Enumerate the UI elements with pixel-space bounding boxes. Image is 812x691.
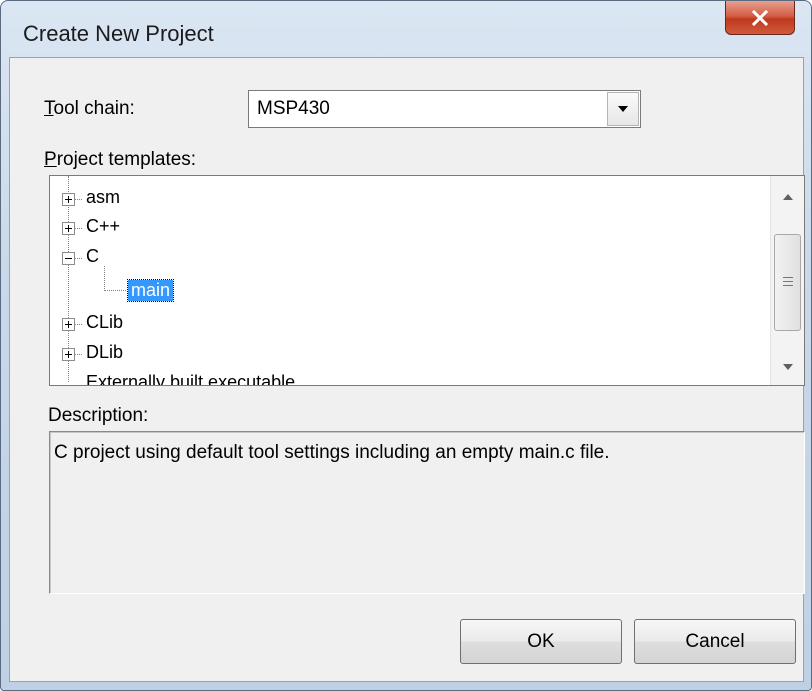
expand-clib-icon[interactable] <box>62 318 75 331</box>
ok-button[interactable]: OK <box>460 619 622 664</box>
tree-item-main[interactable]: main <box>126 279 175 302</box>
description-text: C project using default tool settings in… <box>54 442 610 463</box>
expand-dlib-icon[interactable] <box>62 348 75 361</box>
toolchain-value: MSP430 <box>257 98 330 119</box>
tree-item-asm[interactable]: asm <box>86 187 120 208</box>
dialog-window: Create New Project Tool chain: MSP430 Pr… <box>0 0 812 691</box>
collapse-c-icon[interactable] <box>62 252 75 265</box>
tree-item-dlib[interactable]: DLib <box>86 342 123 363</box>
scroll-up-button[interactable] <box>771 182 804 212</box>
scroll-down-button[interactable] <box>771 352 804 382</box>
toolchain-dropdown-button[interactable] <box>607 92 639 126</box>
toolchain-label: Tool chain: <box>44 98 135 119</box>
chevron-down-icon <box>618 106 628 112</box>
project-templates-tree[interactable]: asm C++ C main CLib DLib Externally buil… <box>49 175 805 386</box>
description-label: Description: <box>48 405 149 426</box>
description-box: C project using default tool settings in… <box>49 431 805 594</box>
tree-item-cpp[interactable]: C++ <box>86 216 120 237</box>
templates-scrollbar[interactable] <box>770 176 804 385</box>
dialog-client-area: Tool chain: MSP430 Project templates: as… <box>9 57 805 682</box>
expand-cpp-icon[interactable] <box>62 222 75 235</box>
window-title: Create New Project <box>23 21 214 46</box>
templates-label: Project templates: <box>44 149 197 170</box>
scroll-thumb[interactable] <box>774 234 801 331</box>
tree-item-c[interactable]: C <box>86 246 99 267</box>
tree-item-clib[interactable]: CLib <box>86 312 123 333</box>
cancel-button[interactable]: Cancel <box>634 619 796 664</box>
scroll-down-icon <box>782 364 793 370</box>
expand-asm-icon[interactable] <box>62 193 75 206</box>
scroll-up-icon <box>782 194 793 200</box>
tree-item-externally-built-executable[interactable]: Externally built executable <box>86 372 295 385</box>
toolchain-select[interactable]: MSP430 <box>248 90 641 128</box>
close-icon <box>751 9 769 26</box>
close-button[interactable] <box>725 1 795 35</box>
